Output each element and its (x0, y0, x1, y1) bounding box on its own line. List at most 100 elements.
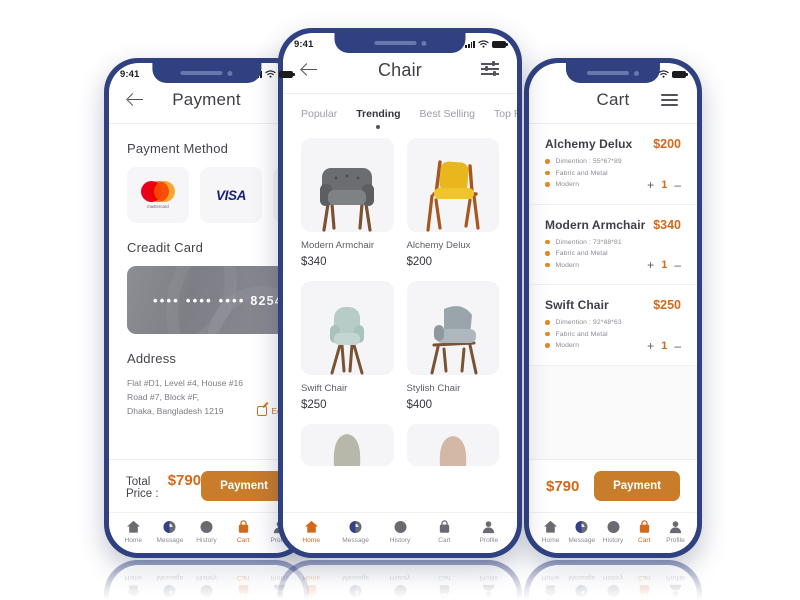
tab-best-selling[interactable]: Best Selling (420, 108, 475, 129)
product-card[interactable]: Modern Armchair $340 (301, 138, 394, 268)
bullet-icon (545, 251, 550, 256)
total-value: $790 (546, 477, 580, 495)
nav-profile[interactable]: Profile (660, 520, 691, 544)
status-time: 9:41 (294, 38, 314, 50)
bullet-icon (545, 331, 550, 337)
quantity-value: 1 (661, 178, 668, 191)
cart-item-name: Alchemy Delux (545, 137, 633, 151)
reflection-nav-label: Cart (438, 574, 451, 581)
nav-home[interactable]: Home (115, 520, 152, 544)
nav-message[interactable]: Message (333, 520, 377, 544)
payment-body: Payment Method mastercard VISA Creadit C… (109, 124, 304, 459)
reflection-cart-icon (236, 584, 251, 598)
nav-message[interactable]: Message (566, 520, 597, 544)
bullet-icon (545, 320, 550, 325)
category-tabs: Popular Trending Best Selling Top Rated (283, 94, 517, 129)
grey-stylish-chair-image (430, 306, 478, 375)
nav-message[interactable]: Message (152, 520, 189, 544)
reflection-home-icon (543, 584, 558, 598)
payment-button[interactable]: Payment (201, 471, 287, 501)
cart-item[interactable]: Modern Armchair $340 Dimention : 73*88*8… (529, 205, 697, 285)
increase-button[interactable]: + (647, 340, 654, 352)
product-price: $340 (301, 256, 327, 268)
product-card[interactable]: Swift Chair $250 (301, 281, 394, 411)
quantity-stepper[interactable]: + 1 – (647, 179, 681, 191)
nav-profile[interactable]: Profile (467, 520, 511, 544)
visa-icon: VISA (216, 187, 246, 203)
reflection-nav-label: History (389, 574, 411, 581)
reflection-nav-profile: Profile (660, 574, 691, 598)
signal-icon (465, 40, 475, 48)
reflection-nav-label: Cart (236, 574, 250, 581)
tab-top-rated[interactable]: Top Rated (494, 108, 517, 129)
cart-icon (236, 520, 251, 534)
reflection-nav-label: Message (568, 574, 596, 581)
product-name: Modern Armchair (301, 240, 375, 251)
payment-method-mastercard[interactable]: mastercard (127, 167, 189, 223)
quantity-stepper[interactable]: + 1 – (647, 259, 681, 271)
cart-item-name: Swift Chair (545, 298, 609, 312)
cart-item[interactable]: Swift Chair $250 Dimention : 92*48*63 Fa… (529, 285, 697, 366)
bullet-icon (545, 170, 550, 176)
cart-item-spec: Fabric and Metal (555, 169, 608, 177)
total-bar-payment: Total Price : $790 Payment (109, 459, 304, 512)
payment-button[interactable]: Payment (594, 471, 680, 501)
reflection-message-icon (162, 584, 177, 598)
product-name: Stylish Chair (406, 383, 461, 394)
phone-reflection: 9:41 Cart Alchemy Delux $200 Dimention :… (524, 560, 702, 600)
nav-label: Home (124, 537, 143, 544)
reflection-nav-history: History (597, 574, 628, 598)
product-grid: Modern Armchair $340 Alchemy Delux $200 … (283, 129, 517, 466)
nav-home[interactable]: Home (535, 520, 566, 544)
nav-history[interactable]: History (597, 520, 628, 544)
cart-item-price: $250 (653, 298, 681, 312)
cart-item[interactable]: Alchemy Delux $200 Dimention : 55*67*89 … (529, 124, 697, 205)
bottom-nav-cart: Home Message History Cart Profile (529, 512, 697, 553)
product-card[interactable] (301, 424, 394, 466)
payment-method-visa[interactable]: VISA (200, 167, 262, 223)
phone-chair: 9:41 Chair Popular Trending Best Selling… (278, 28, 522, 558)
mint-accent-chair-image (330, 307, 365, 375)
nav-history[interactable]: History (378, 520, 422, 544)
nav-cart[interactable]: Cart (225, 520, 262, 544)
product-card[interactable]: Alchemy Delux $200 (406, 138, 499, 268)
reflection-nav-label: Profile (479, 574, 499, 581)
increase-button[interactable]: + (647, 259, 654, 271)
reflection-nav-label: Message (342, 574, 369, 581)
reflection-nav-label: Profile (666, 574, 685, 581)
wifi-icon (478, 40, 489, 48)
speaker-icon (374, 41, 416, 45)
menu-button[interactable] (659, 89, 681, 111)
decrease-button[interactable]: – (674, 340, 681, 352)
yellow-lounge-chair-image (426, 160, 480, 232)
reflection-nav-cart: Cart (422, 574, 466, 598)
decrease-button[interactable]: – (674, 179, 681, 191)
total-label: Total Price : (126, 476, 159, 500)
nav-cart[interactable]: Cart (422, 520, 466, 544)
reflection-nav-label: Cart (637, 574, 651, 581)
tab-popular[interactable]: Popular (301, 108, 337, 129)
phone-chair: 9:41 Chair Popular Trending Best Selling… (278, 560, 522, 600)
tab-trending[interactable]: Trending (356, 108, 400, 129)
reflection-profile-icon (668, 584, 683, 598)
app-bar-payment: Payment (109, 85, 304, 123)
product-price: $200 (406, 256, 433, 268)
nav-history[interactable]: History (188, 520, 225, 544)
hamburger-icon (661, 94, 679, 106)
product-card[interactable] (406, 424, 499, 466)
credit-card[interactable]: •••• •••• •••• 8254 (127, 266, 286, 334)
decrease-button[interactable]: – (674, 259, 681, 271)
chair-body: Popular Trending Best Selling Top Rated (283, 94, 517, 512)
quantity-stepper[interactable]: + 1 – (647, 340, 681, 352)
cart-body: Alchemy Delux $200 Dimention : 55*67*89 … (529, 124, 697, 459)
reflection-nav-label: Message (156, 574, 184, 581)
filter-button[interactable] (479, 59, 501, 81)
cart-icon (437, 520, 452, 534)
increase-button[interactable]: + (647, 179, 654, 191)
nav-home[interactable]: Home (289, 520, 333, 544)
nav-label: Profile (479, 537, 499, 544)
back-button[interactable] (125, 89, 147, 111)
cart-item-price: $340 (653, 217, 681, 232)
nav-cart[interactable]: Cart (629, 520, 660, 544)
product-card[interactable]: Stylish Chair $400 (406, 281, 499, 411)
